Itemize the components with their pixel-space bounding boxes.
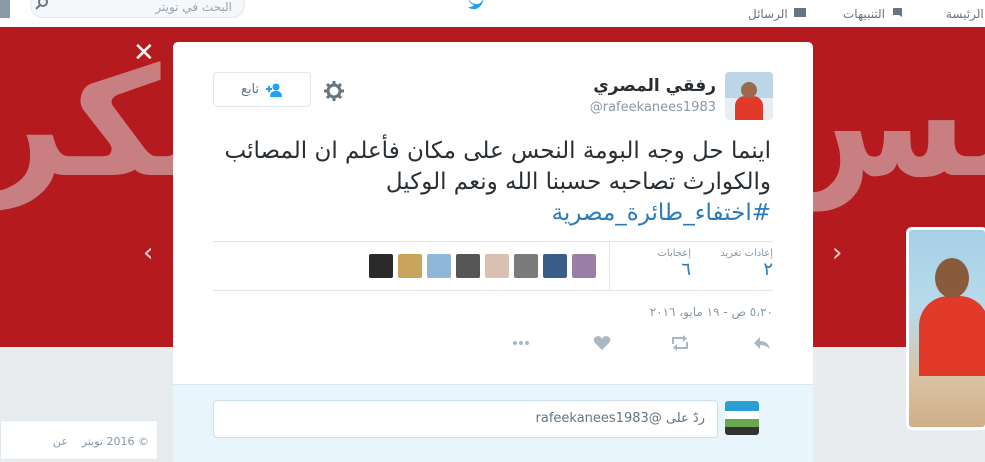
follow-button[interactable]: تابع (213, 72, 311, 107)
nav-notifications-label: التنبيهات (843, 6, 885, 21)
bell-icon (892, 7, 902, 17)
reply-input[interactable]: ردّ على @rafeekanees1983 (213, 400, 718, 438)
close-icon[interactable]: ✕ (133, 38, 155, 68)
current-user-avatar (725, 401, 759, 435)
follow-label: تابع (240, 82, 260, 97)
search-icon[interactable] (34, 0, 50, 12)
nav-home-label: الرئيسة (946, 6, 984, 21)
nav-notifications[interactable]: التنبيهات (843, 0, 904, 27)
liker-avatar[interactable] (456, 254, 480, 278)
author-name[interactable]: رفقي المصري (593, 76, 716, 96)
reply-icon[interactable] (752, 335, 772, 351)
retweets-label: إعادات تغريد (720, 248, 773, 259)
add-user-icon (266, 83, 283, 97)
chevron-left-icon[interactable]: ‹ (143, 238, 153, 268)
account-avatar[interactable] (0, 0, 10, 18)
twitter-logo-icon[interactable] (466, 0, 486, 12)
tweet-body: اينما حل وجه البومة النحس على مكان فأعلم… (224, 138, 772, 195)
tweet-text: اينما حل وجه البومة النحس على مكان فأعلم… (213, 136, 772, 229)
chevron-right-icon[interactable]: › (832, 238, 842, 268)
profile-photo[interactable] (906, 227, 985, 430)
nav-home[interactable]: الرئيسة (946, 0, 984, 27)
author-handle[interactable]: @rafeekanees1983 (590, 100, 716, 115)
liker-avatar[interactable] (572, 254, 596, 278)
tweet-modal: رفقي المصري @rafeekanees1983 تابع اينما … (173, 42, 813, 462)
reply-section: ردّ على @rafeekanees1983 (173, 384, 813, 462)
retweets-value: ٢ (763, 259, 773, 280)
likes-value: ٦ (681, 259, 691, 280)
retweet-count[interactable]: إعادات تغريد ٢ (720, 248, 773, 280)
footer-copyright[interactable]: © 2016 تويتر (82, 435, 149, 448)
more-icon[interactable] (511, 335, 531, 351)
tweet-hashtag[interactable]: #اختفاء_طائرة_مصرية (552, 200, 771, 226)
top-nav-bar: البحث في تويتر الرسائل التنبيهات الرئيسة (0, 0, 985, 28)
nav-messages[interactable]: الرسائل (748, 0, 807, 27)
gear-icon[interactable] (323, 80, 345, 102)
envelope-icon (793, 7, 806, 17)
footer-about-link[interactable]: عن (53, 435, 68, 448)
liker-avatar[interactable] (398, 254, 422, 278)
footer-links: © 2016 تويتر عن (0, 420, 158, 460)
liker-avatar[interactable] (369, 254, 393, 278)
likes-label: إعجابات (657, 248, 692, 259)
tweet-stats: إعادات تغريد ٢ إعجابات ٦ (213, 241, 773, 291)
heart-icon[interactable] (592, 335, 612, 351)
liker-avatar[interactable] (543, 254, 567, 278)
like-count[interactable]: إعجابات ٦ (658, 248, 692, 280)
stats-divider (609, 242, 610, 290)
liker-avatar[interactable] (514, 254, 538, 278)
retweet-icon[interactable] (670, 335, 690, 351)
liker-avatars (369, 254, 596, 278)
author-avatar[interactable] (725, 72, 773, 120)
search-input[interactable]: البحث في تويتر (30, 0, 245, 18)
liker-avatar[interactable] (427, 254, 451, 278)
tweet-timestamp: ٥،٢٠ ص - ١٩ مايو، ٢٠١٦ (649, 305, 773, 319)
liker-avatar[interactable] (485, 254, 509, 278)
nav-messages-label: الرسائل (748, 6, 788, 21)
